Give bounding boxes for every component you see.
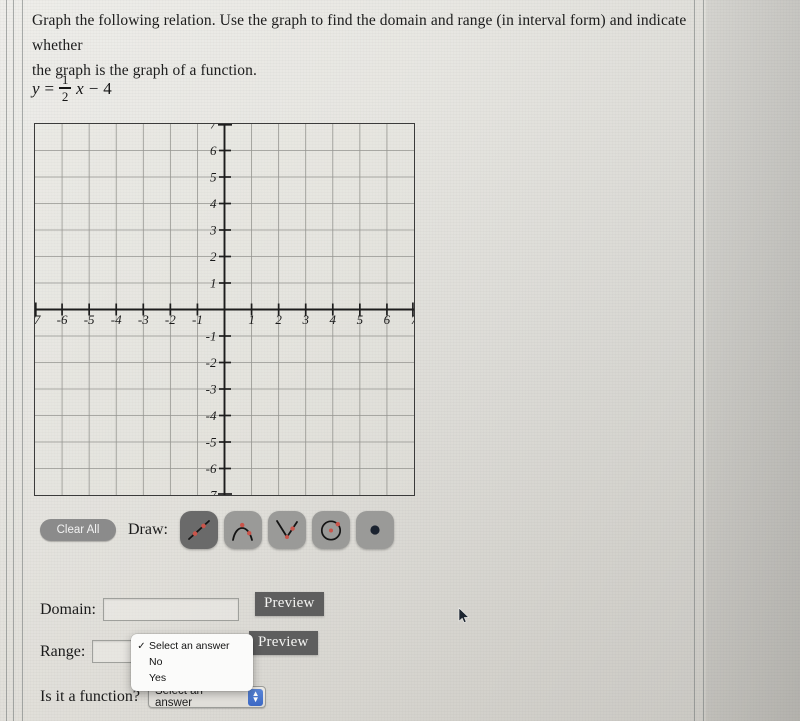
question-line-2: the graph is the graph of a function. (32, 62, 257, 79)
y-tick-label: 3 (209, 223, 217, 238)
graph-svg[interactable]: -7 -6 -5 -4 -3 -2 -1 1 2 3 4 5 6 7 7 6 5 4 3 2 1 -1 -2 -3 -4 -5 -… (35, 124, 414, 495)
domain-label: Domain: (40, 600, 96, 618)
y-tick-label: 1 (210, 276, 217, 291)
question-prompt: Graph the following relation. Use the gr… (32, 8, 692, 83)
fraction-denominator: 2 (61, 88, 69, 104)
domain-input[interactable] (103, 598, 239, 621)
x-tick-label: 7 (411, 312, 414, 327)
x-tick-label: 6 (384, 312, 391, 327)
draw-label: Draw: (128, 521, 168, 538)
x-tick-label: -7 (35, 312, 41, 327)
x-tick-label: 3 (301, 312, 309, 327)
x-tick-label: -1 (192, 312, 203, 327)
equation-variable: x (76, 78, 84, 98)
function-question-label: Is it a function? (40, 688, 140, 705)
x-tick-label: 2 (275, 312, 282, 327)
x-tick-label: 1 (248, 312, 255, 327)
x-tick-label: -4 (111, 312, 122, 327)
equation-display: y = 1 2 x − 4 (32, 72, 112, 104)
v-shape-icon (276, 520, 298, 539)
chevron-up-down-icon[interactable]: ▲ ▼ (248, 688, 263, 706)
x-tick-label: 5 (357, 312, 364, 327)
x-tick-label: -5 (84, 312, 95, 327)
circle-icon (320, 520, 342, 541)
coordinate-graph[interactable]: -7 -6 -5 -4 -3 -2 -1 1 2 3 4 5 6 7 7 6 5 4 3 2 1 -1 -2 -3 -4 -5 -… (34, 123, 415, 496)
equation-constant: 4 (103, 78, 112, 98)
equation-fraction: 1 2 (59, 72, 72, 104)
dropdown-option[interactable]: Yes (131, 670, 253, 686)
y-tick-label: 2 (210, 249, 217, 264)
x-tick-label: -6 (57, 312, 68, 327)
y-tick-label: -2 (206, 355, 217, 370)
equation-operator: − (88, 78, 99, 98)
check-icon: ✓ (137, 640, 146, 652)
line-tool-button[interactable] (179, 511, 218, 549)
range-preview-button[interactable]: Preview (249, 631, 318, 655)
dropdown-option[interactable]: ✓ Select an answer (131, 638, 253, 654)
line-icon (188, 520, 210, 540)
point-tool-button[interactable] (355, 511, 394, 549)
question-line-1: Graph the following relation. Use the gr… (32, 12, 687, 54)
tool-group (179, 511, 394, 549)
dropdown-option-label: Select an answer (149, 640, 230, 652)
y-tick-label: -7 (206, 488, 217, 496)
domain-preview-button[interactable]: Preview (255, 592, 324, 616)
y-tick-label: -5 (206, 435, 217, 450)
dropdown-option[interactable]: No (131, 654, 253, 670)
dropdown-option-label: No (149, 656, 163, 668)
y-tick-label: 4 (210, 196, 217, 211)
domain-row: Domain: (40, 598, 239, 621)
y-tick-label: -3 (206, 382, 217, 397)
fraction-numerator: 1 (61, 72, 69, 87)
y-tick-label: -1 (206, 329, 217, 344)
dropdown-option-label: Yes (149, 672, 167, 684)
y-tick-label: -4 (206, 408, 217, 423)
absolute-value-tool-button[interactable] (267, 511, 306, 549)
equation-equals: = (44, 78, 55, 98)
mouse-cursor (458, 607, 470, 623)
circle-tool-button[interactable] (311, 511, 350, 549)
parabola-tool-button[interactable] (223, 511, 262, 549)
x-tick-label: -2 (165, 312, 176, 327)
equation-lhs: y (32, 78, 40, 98)
answer-dropdown-menu[interactable]: ✓ Select an answer No Yes (131, 634, 253, 691)
parabola-icon (232, 522, 253, 541)
y-tick-label: 7 (210, 124, 217, 132)
dot-icon (370, 525, 380, 535)
range-label: Range: (40, 642, 86, 660)
y-tick-label: 5 (210, 170, 217, 185)
x-tick-label: -3 (138, 312, 149, 327)
x-tick-label: 4 (330, 312, 337, 327)
clear-all-button[interactable]: Clear All (40, 519, 116, 541)
y-tick-label: 6 (210, 143, 217, 158)
y-tick-label: -6 (206, 461, 217, 476)
drawing-toolbar: Clear All Draw: (40, 511, 394, 549)
